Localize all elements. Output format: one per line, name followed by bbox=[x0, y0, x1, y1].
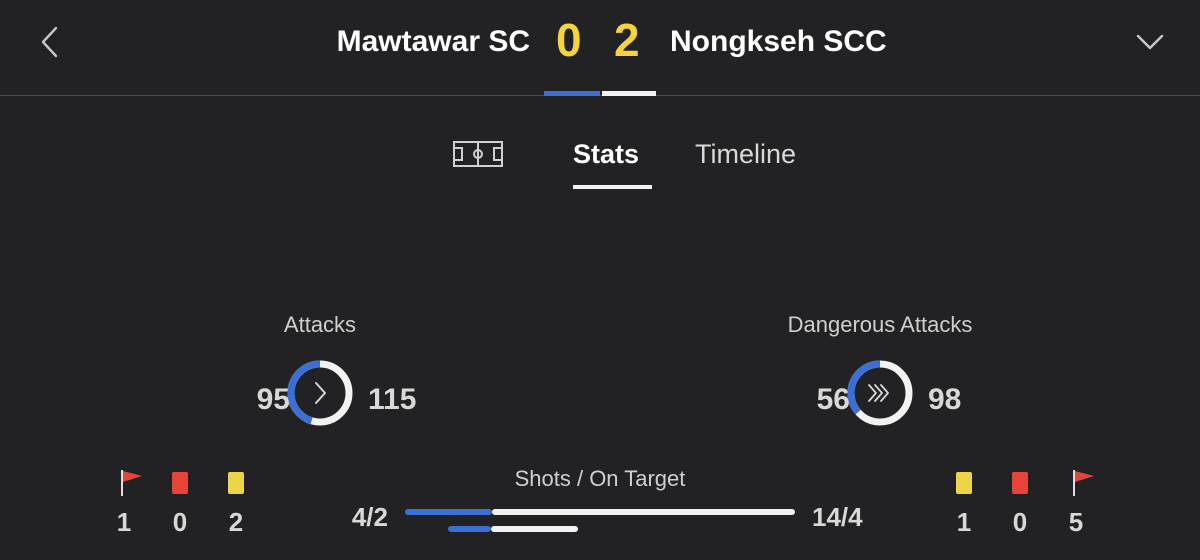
attacks-label: Attacks bbox=[283, 312, 357, 337]
match-screen: Mawtawar SC 0 2 Nongkseh SCC Stats Timel… bbox=[0, 0, 1200, 560]
away-possession-bar bbox=[602, 91, 656, 96]
chevron-down-icon bbox=[1136, 34, 1164, 50]
match-header: Mawtawar SC 0 2 Nongkseh SCC bbox=[0, 0, 1200, 96]
away-corners-count: 5 bbox=[1068, 507, 1084, 537]
tab-pitch[interactable] bbox=[452, 138, 504, 170]
tab-stats[interactable]: Stats bbox=[573, 136, 639, 172]
tab-timeline[interactable]: Timeline bbox=[695, 136, 796, 172]
dangerous-attacks-stat: Dangerous Attacks 56 98 bbox=[730, 308, 1030, 438]
home-red-card-icon bbox=[170, 470, 198, 498]
away-team-name: Nongkseh SCC bbox=[670, 25, 887, 58]
home-corners-count: 1 bbox=[116, 507, 132, 537]
home-team-name: Mawtawar SC bbox=[336, 25, 530, 58]
home-yellow-card-icon bbox=[226, 470, 254, 498]
active-tab-indicator bbox=[573, 185, 652, 189]
home-score: 0 bbox=[556, 14, 582, 66]
single-chevron-icon bbox=[315, 382, 326, 404]
attacks-away-value: 115 bbox=[368, 383, 417, 416]
home-possession-bar bbox=[544, 91, 600, 96]
shots-away-bar bbox=[492, 509, 795, 515]
shots-home-value: 4/2 bbox=[351, 502, 388, 532]
home-corner-flag-icon bbox=[118, 468, 146, 496]
home-red-cards-count: 0 bbox=[172, 507, 188, 537]
attacks-ring bbox=[287, 360, 353, 426]
chevron-left-icon bbox=[41, 26, 58, 58]
dangerous-attacks-away-value: 98 bbox=[928, 383, 962, 416]
away-yellow-card-icon bbox=[954, 470, 982, 498]
attacks-stat: Attacks 95 115 bbox=[170, 308, 470, 438]
collapse-button[interactable] bbox=[1128, 22, 1172, 62]
shots-home-bar bbox=[405, 509, 492, 515]
away-red-card-icon bbox=[1010, 470, 1038, 498]
triple-chevron-icon bbox=[868, 384, 889, 402]
shots-away-value: 14/4 bbox=[812, 502, 863, 532]
dangerous-attacks-ring bbox=[847, 360, 913, 426]
away-score: 2 bbox=[614, 14, 640, 66]
shots-label: Shots / On Target bbox=[514, 466, 686, 491]
pitch-icon bbox=[453, 141, 503, 167]
on-target-home-bar bbox=[448, 526, 491, 532]
away-red-cards-count: 0 bbox=[1012, 507, 1028, 537]
away-corner-flag-icon bbox=[1070, 468, 1098, 496]
home-yellow-cards-count: 2 bbox=[228, 507, 244, 537]
on-target-away-bar bbox=[491, 526, 578, 532]
away-yellow-cards-count: 1 bbox=[956, 507, 972, 537]
back-button[interactable] bbox=[30, 22, 70, 62]
dangerous-attacks-label: Dangerous Attacks bbox=[787, 312, 973, 337]
